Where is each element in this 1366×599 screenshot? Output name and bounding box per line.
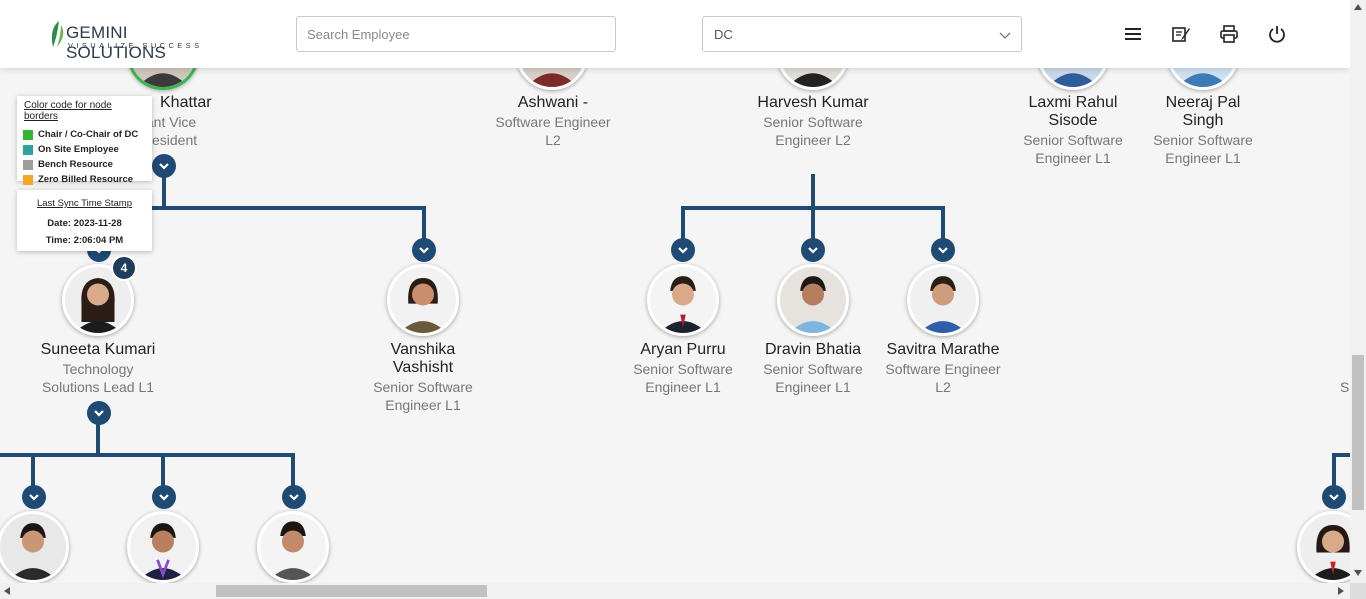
legend-item-chair: Chair / Co-Chair of DC (23, 127, 146, 142)
chevron-down-icon (678, 247, 688, 254)
node-name-vanshika: Vanshika (390, 341, 456, 358)
node-role-aryan: Senior Software (633, 361, 733, 377)
expand-toggle-khattar[interactable] (152, 154, 176, 178)
node-role-dravin-2: Engineer L1 (775, 379, 851, 395)
menu-icon[interactable] (1123, 24, 1143, 44)
sync-time: Time: 2:06:04 PM (45, 235, 124, 246)
horizontal-scrollbar[interactable] (0, 583, 1350, 599)
search-employee-input[interactable] (296, 16, 616, 52)
expand-toggle-bottom-right[interactable] (1322, 485, 1346, 509)
avatar-savitra[interactable] (907, 264, 979, 336)
chevron-down-icon (419, 247, 429, 254)
avatar-vanshika[interactable] (387, 264, 459, 336)
expand-toggle-savitra[interactable] (931, 238, 955, 262)
legend-swatch-orange (23, 174, 33, 185)
expand-toggle-dravin[interactable] (801, 238, 825, 262)
node-role-savitra: Software Engineer (885, 361, 1001, 377)
node-role-khattar-2: esident (152, 132, 198, 148)
chevron-down-icon (29, 494, 39, 501)
top-header: GEMINI SOLUTIONS VISUALIZE SUCCESS DC (0, 0, 1350, 68)
legend-item-bench: Bench Resource (23, 157, 146, 172)
leaf-logo-icon (51, 21, 64, 47)
department-select[interactable]: DC (702, 16, 1022, 52)
node-name-laxmi: Laxmi Rahul (1028, 94, 1118, 111)
node-name-ashwani: Ashwani - (517, 94, 589, 111)
node-name-laxmi-2: Sisode (1048, 112, 1098, 129)
node-name-savitra: Savitra Marathe (886, 341, 1000, 358)
chevron-down-icon (999, 32, 1011, 39)
chevron-down-icon (289, 494, 299, 501)
node-role-harvesh: Senior Software (763, 114, 863, 130)
node-role-vanshika-2: Engineer L1 (385, 397, 461, 413)
notes-icon[interactable] (1171, 24, 1191, 44)
legend-label: On Site Employee (38, 144, 119, 155)
sync-title: Last Sync Time Stamp (36, 198, 133, 209)
scroll-up-arrow-icon[interactable] (1354, 4, 1362, 10)
node-name-suneeta: Suneeta Kumari (40, 341, 156, 358)
legend-label: Bench Resource (38, 159, 113, 170)
avatar-bottom-3[interactable] (257, 511, 329, 583)
expand-toggle-bottom-2[interactable] (152, 485, 176, 509)
avatar-dravin[interactable] (777, 264, 849, 336)
chevron-down-icon (94, 410, 104, 417)
node-name-dravin: Dravin Bhatia (764, 341, 862, 358)
node-role-vanshika: Senior Software (373, 379, 473, 395)
node-name-vanshika-2: Vashisht (392, 359, 454, 376)
department-select-value: DC (714, 27, 733, 42)
legend-item-onsite: On Site Employee (23, 142, 146, 157)
chevron-down-icon (1329, 494, 1339, 501)
vertical-scroll-thumb[interactable] (1352, 355, 1364, 510)
node-role-dravin: Senior Software (763, 361, 863, 377)
node-role-neeraj: Senior Software (1153, 132, 1253, 148)
legend-swatch-gray (23, 159, 33, 170)
legend-item-zero-billed: Zero Billed Resource (23, 172, 146, 187)
node-name-aryan: Aryan Purru (640, 341, 726, 358)
scrollbar-corner (1350, 583, 1366, 599)
sync-date: Date: 2023-11-28 (47, 218, 122, 229)
node-role-suneeta: Technology (62, 361, 134, 377)
node-role-laxmi: Senior Software (1023, 132, 1123, 148)
scroll-down-arrow-icon[interactable] (1354, 570, 1362, 576)
node-name-neeraj-2: Singh (1182, 112, 1224, 129)
chevron-down-icon (159, 163, 169, 170)
node-role-aryan-2: Engineer L1 (645, 379, 721, 395)
legend-title: Color code for node borders (24, 100, 112, 122)
border-color-legend: Color code for node borders Chair / Co-C… (17, 96, 152, 185)
chevron-down-icon (808, 247, 818, 254)
avatar-bottom-2[interactable] (127, 511, 199, 583)
node-role-ashwani: Software Engineer (495, 114, 611, 130)
scroll-left-arrow-icon[interactable] (4, 587, 10, 595)
legend-label: Zero Billed Resource (38, 174, 134, 185)
legend-swatch-teal (23, 144, 33, 155)
node-role-suneeta-2: Solutions Lead L1 (41, 379, 155, 395)
power-icon[interactable] (1267, 24, 1287, 44)
sync-timestamp-card: Last Sync Time Stamp Date: 2023-11-28 Ti… (17, 190, 152, 251)
legend-swatch-green (23, 129, 33, 140)
scroll-right-arrow-icon[interactable] (1338, 587, 1344, 595)
node-role-harvesh-2: Engineer L2 (775, 132, 851, 148)
expand-toggle-bottom-3[interactable] (282, 485, 306, 509)
node-name-harvesh: Harvesh Kumar (757, 94, 869, 111)
expand-toggle-suneeta[interactable] (87, 401, 111, 425)
vertical-scrollbar[interactable] (1350, 0, 1366, 583)
chevron-down-icon (938, 247, 948, 254)
node-name-neeraj: Neeraj Pal (1165, 94, 1241, 111)
avatar-bottom-1[interactable] (0, 511, 69, 583)
company-logo[interactable]: GEMINI SOLUTIONS VISUALIZE SUCCESS (47, 17, 217, 62)
node-role-savitra-2: L2 (935, 379, 951, 395)
chevron-down-icon (159, 494, 169, 501)
direct-reports-badge: 4 (111, 255, 137, 281)
brand-tagline: VISUALIZE SUCCESS (68, 41, 203, 50)
legend-label: Chair / Co-Chair of DC (38, 129, 139, 140)
expand-toggle-vanshika[interactable] (412, 238, 436, 262)
printer-icon[interactable] (1219, 24, 1239, 44)
node-role-neeraj-2: Engineer L1 (1165, 150, 1241, 166)
node-role-ashwani-2: L2 (545, 132, 561, 148)
node-role-laxmi-2: Engineer L1 (1035, 150, 1111, 166)
expand-toggle-bottom-1[interactable] (22, 485, 46, 509)
horizontal-scroll-thumb[interactable] (216, 585, 487, 597)
avatar-aryan[interactable] (647, 264, 719, 336)
expand-toggle-aryan[interactable] (671, 238, 695, 262)
